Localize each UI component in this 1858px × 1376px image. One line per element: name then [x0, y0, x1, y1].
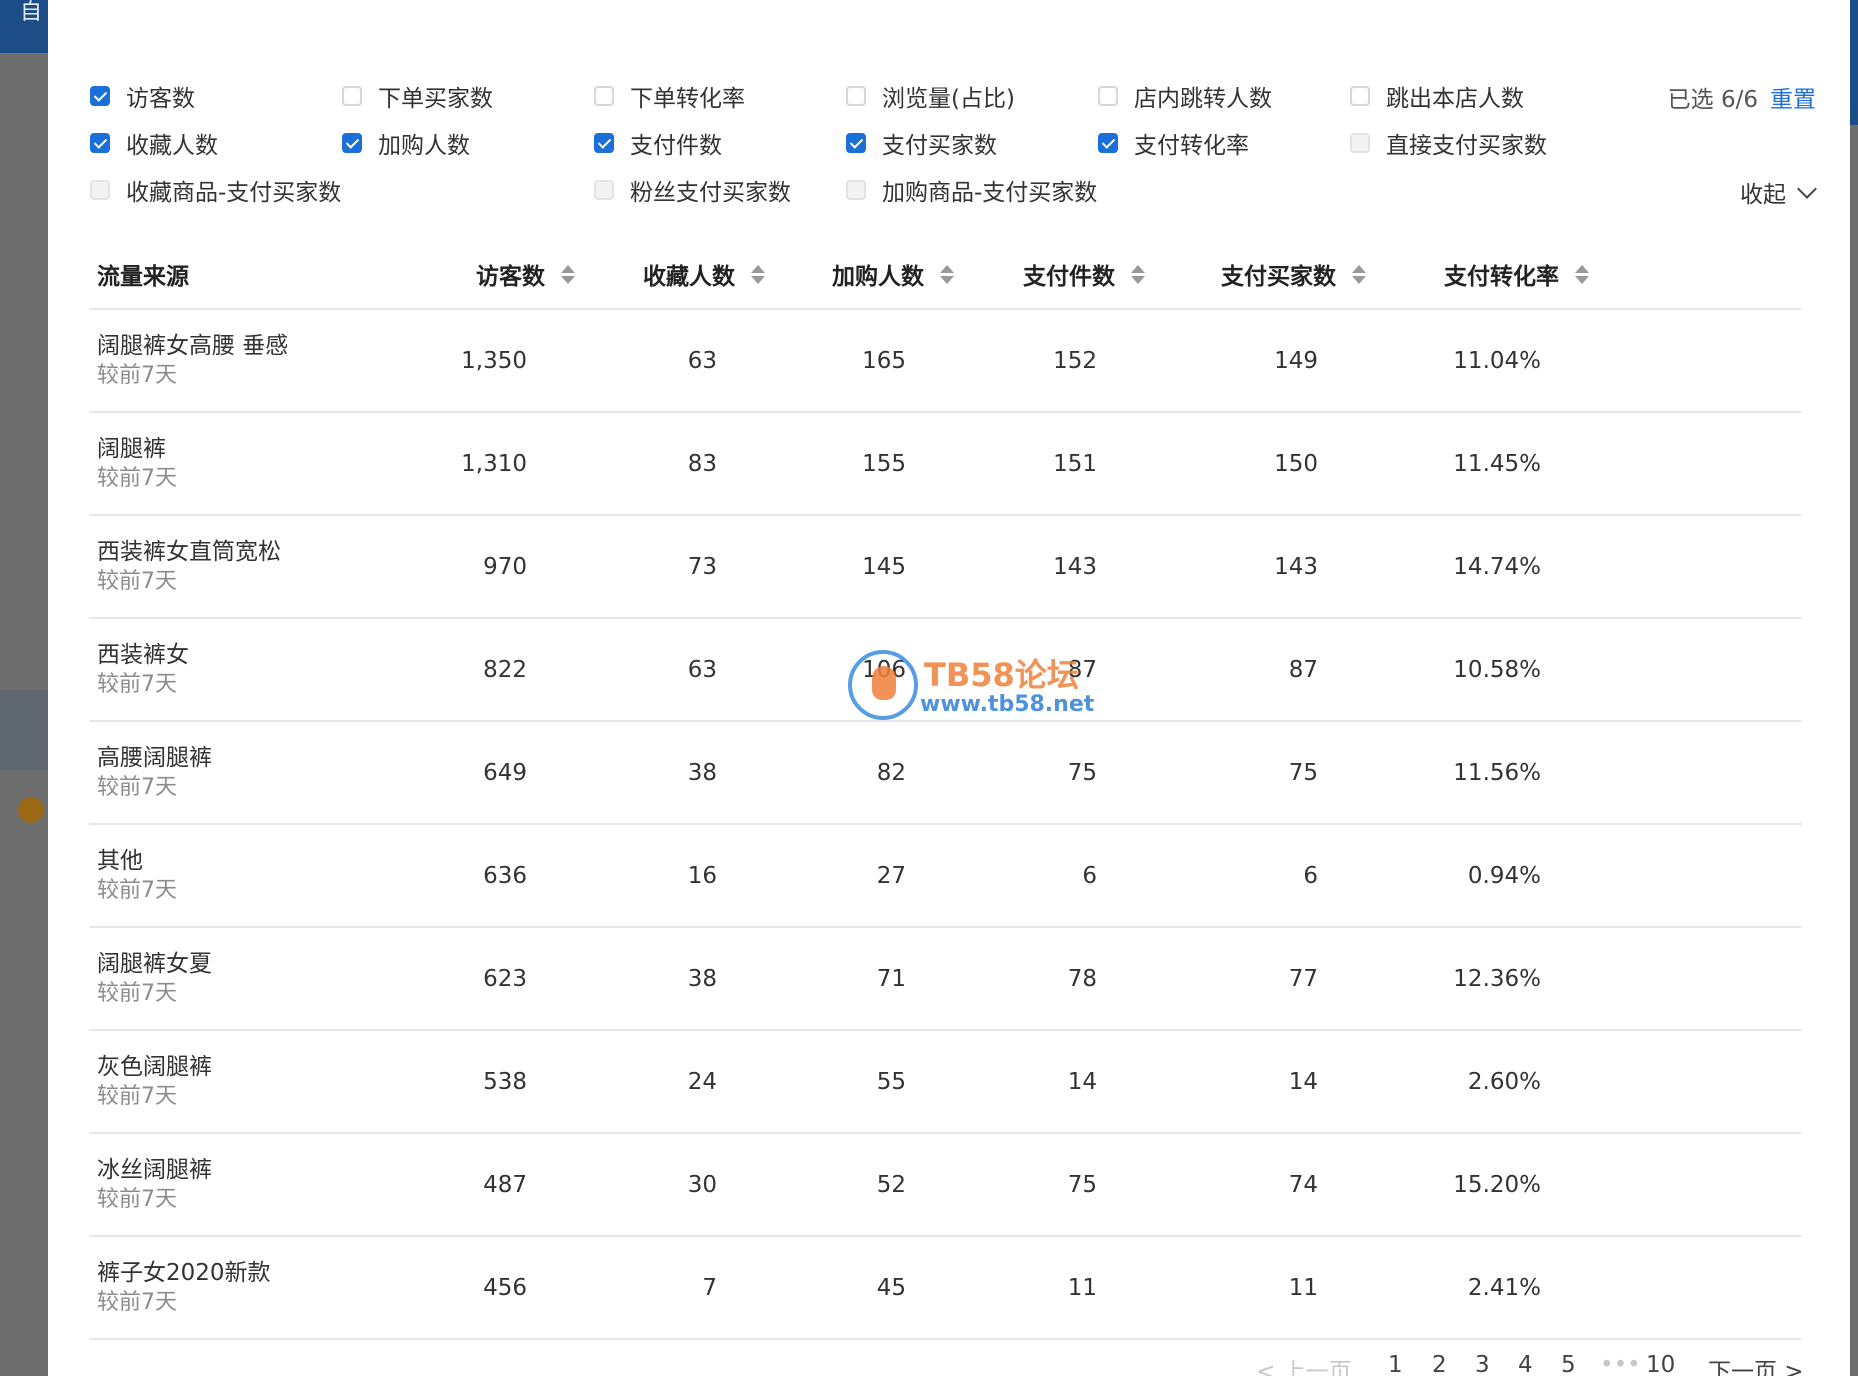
checkbox-icon[interactable]	[846, 133, 866, 153]
next-page-button[interactable]: 下一页 >	[1708, 1352, 1804, 1376]
filter-option-label: 加购人数	[378, 133, 470, 159]
column-header-pay-conversion[interactable]: 支付转化率	[89, 240, 1589, 308]
background-right-edge	[1850, 0, 1858, 125]
prev-page-button[interactable]: < 上一页	[1256, 1352, 1352, 1376]
table-row: 高腰阔腿裤 较前7天 649 38 82 75 75 11.56%	[89, 722, 1802, 825]
filter-option-add-cart[interactable]: 加购人数	[342, 128, 470, 159]
checkbox-icon[interactable]	[846, 86, 866, 106]
filter-option-label: 支付转化率	[1134, 133, 1249, 159]
selection-summary: 已选 6/6 重置	[1668, 80, 1816, 114]
hand-logo-icon	[848, 650, 918, 720]
cell-pay-conversion: 2.41%	[1467, 1274, 1541, 1301]
page-button[interactable]: 10	[1646, 1352, 1675, 1376]
cell-pay-conversion: 0.94%	[1467, 862, 1541, 889]
page-button[interactable]: 4	[1518, 1352, 1533, 1376]
filter-option-label: 下单买家数	[378, 86, 493, 112]
filter-option-label: 支付买家数	[882, 133, 997, 159]
watermark-title: TB58论坛	[924, 656, 1079, 694]
filter-option-label: 浏览量(占比)	[882, 86, 1015, 112]
cell-pay-conversion: 2.60%	[1467, 1068, 1541, 1095]
filter-option-order-conversion[interactable]: 下单转化率	[594, 81, 745, 112]
filter-option-label: 访客数	[126, 86, 195, 112]
filter-option-label: 支付件数	[630, 133, 722, 159]
checkbox-icon[interactable]	[1350, 86, 1370, 106]
filter-option-fan-pay-buyers[interactable]: 粉丝支付买家数	[594, 175, 791, 206]
filter-option-pageviews[interactable]: 浏览量(占比)	[846, 81, 1015, 112]
checkbox-icon[interactable]	[342, 86, 362, 106]
page-button[interactable]: 5	[1561, 1352, 1576, 1376]
data-dialog: 访客数 下单买家数 下单转化率 浏览量(占比) 店内跳转人数 跳出本店人数 收藏…	[48, 0, 1850, 1376]
cell-pay-conversion: 11.56%	[1453, 759, 1541, 786]
cell-pay-conversion: 11.04%	[1453, 347, 1541, 374]
column-header-label: 支付转化率	[1444, 264, 1559, 290]
cell-pay-conversion: 12.36%	[1453, 965, 1541, 992]
table-row: 其他 较前7天 636 16 27 6 6 0.94%	[89, 825, 1802, 928]
chevron-down-icon	[1797, 179, 1817, 199]
cell-pay-conversion: 15.20%	[1453, 1171, 1541, 1198]
background-topbar-text: 自	[20, 0, 43, 25]
checkbox-icon[interactable]	[90, 133, 110, 153]
table-row: 冰丝阔腿裤 较前7天 487 30 52 75 74 15.20%	[89, 1134, 1802, 1237]
filter-option-pay-buyers[interactable]: 支付买家数	[846, 128, 997, 159]
cell-pay-conversion: 11.45%	[1453, 450, 1541, 477]
pagination: < 上一页 1 2 3 4 5 ••• 10 下一页 >	[48, 1352, 1850, 1376]
metric-filter-panel: 访客数 下单买家数 下单转化率 浏览量(占比) 店内跳转人数 跳出本店人数 收藏…	[48, 0, 1850, 220]
filter-option-label: 店内跳转人数	[1134, 86, 1272, 112]
page-button[interactable]: 1	[1388, 1352, 1403, 1376]
table-row: 西装裤女直筒宽松 较前7天 970 73 145 143 143 14.74%	[89, 516, 1802, 619]
filter-option-visitors[interactable]: 访客数	[90, 81, 195, 112]
forum-watermark: TB58论坛 www.tb58.net	[848, 650, 1108, 730]
filter-option-pay-conversion[interactable]: 支付转化率	[1098, 128, 1249, 159]
traffic-source-table: 流量来源 访客数 收藏人数 加购人数 支付件数 支付买家数 支付转化率 阔腿裤女…	[89, 240, 1802, 1340]
checkbox-icon[interactable]	[1098, 133, 1118, 153]
collapse-label: 收起	[1740, 182, 1786, 208]
reset-link[interactable]: 重置	[1770, 80, 1816, 114]
sort-icon[interactable]	[1575, 264, 1589, 284]
selected-count: 已选 6/6	[1667, 87, 1758, 113]
page-button[interactable]: 3	[1475, 1352, 1490, 1376]
filter-option-bounce-visitors[interactable]: 跳出本店人数	[1350, 81, 1524, 112]
checkbox-icon[interactable]	[1098, 86, 1118, 106]
table-row: 阔腿裤女高腰 垂感 较前7天 1,350 63 165 152 149 11.04%	[89, 310, 1802, 413]
table-body: 阔腿裤女高腰 垂感 较前7天 1,350 63 165 152 149 11.04% 阔腿裤 较前…	[89, 310, 1802, 1340]
filter-option-pay-items[interactable]: 支付件数	[594, 128, 722, 159]
table-row: 阔腿裤 较前7天 1,310 83 155 151 150 11.45%	[89, 413, 1802, 516]
filter-option-label: 跳出本店人数	[1386, 86, 1524, 112]
checkbox-icon[interactable]	[846, 180, 866, 200]
page-button[interactable]: 2	[1432, 1352, 1447, 1376]
checkbox-icon[interactable]	[1350, 133, 1370, 153]
checkbox-icon[interactable]	[594, 86, 614, 106]
table-row: 灰色阔腿裤 较前7天 538 24 55 14 14 2.60%	[89, 1031, 1802, 1134]
cell-pay-conversion: 14.74%	[1453, 553, 1541, 580]
filter-option-cart-goods-pay-buyers[interactable]: 加购商品-支付买家数	[846, 175, 1098, 206]
filter-option-in-store-jumps[interactable]: 店内跳转人数	[1098, 81, 1272, 112]
ellipsis-icon: •••	[1600, 1352, 1641, 1376]
filter-option-label: 收藏商品-支付买家数	[126, 180, 342, 206]
filter-option-label: 直接支付买家数	[1386, 133, 1547, 159]
table-header: 流量来源 访客数 收藏人数 加购人数 支付件数 支付买家数 支付转化率	[89, 240, 1802, 310]
filter-option-label: 粉丝支付买家数	[630, 180, 791, 206]
table-row: 阔腿裤女夏 较前7天 623 38 71 78 77 12.36%	[89, 928, 1802, 1031]
table-row: 裤子女2020新款 较前7天 456 7 45 11 11 2.41%	[89, 1237, 1802, 1340]
filter-option-order-buyers[interactable]: 下单买家数	[342, 81, 493, 112]
filter-option-label: 下单转化率	[630, 86, 745, 112]
filter-option-direct-pay-buyers[interactable]: 直接支付买家数	[1350, 128, 1547, 159]
checkbox-icon[interactable]	[342, 133, 362, 153]
filter-option-label: 加购商品-支付买家数	[882, 180, 1098, 206]
background-panel	[0, 690, 48, 770]
collapse-button[interactable]: 收起	[1740, 175, 1817, 209]
filter-option-fav-goods-pay-buyers[interactable]: 收藏商品-支付买家数	[90, 175, 342, 206]
checkbox-icon[interactable]	[90, 180, 110, 200]
checkbox-icon[interactable]	[594, 180, 614, 200]
checkbox-icon[interactable]	[90, 86, 110, 106]
filter-option-favorites[interactable]: 收藏人数	[90, 128, 218, 159]
cell-pay-conversion: 10.58%	[1453, 656, 1541, 683]
checkbox-icon[interactable]	[594, 133, 614, 153]
filter-option-label: 收藏人数	[126, 133, 218, 159]
watermark-url: www.tb58.net	[920, 692, 1095, 717]
background-indicator-dot	[18, 797, 44, 823]
